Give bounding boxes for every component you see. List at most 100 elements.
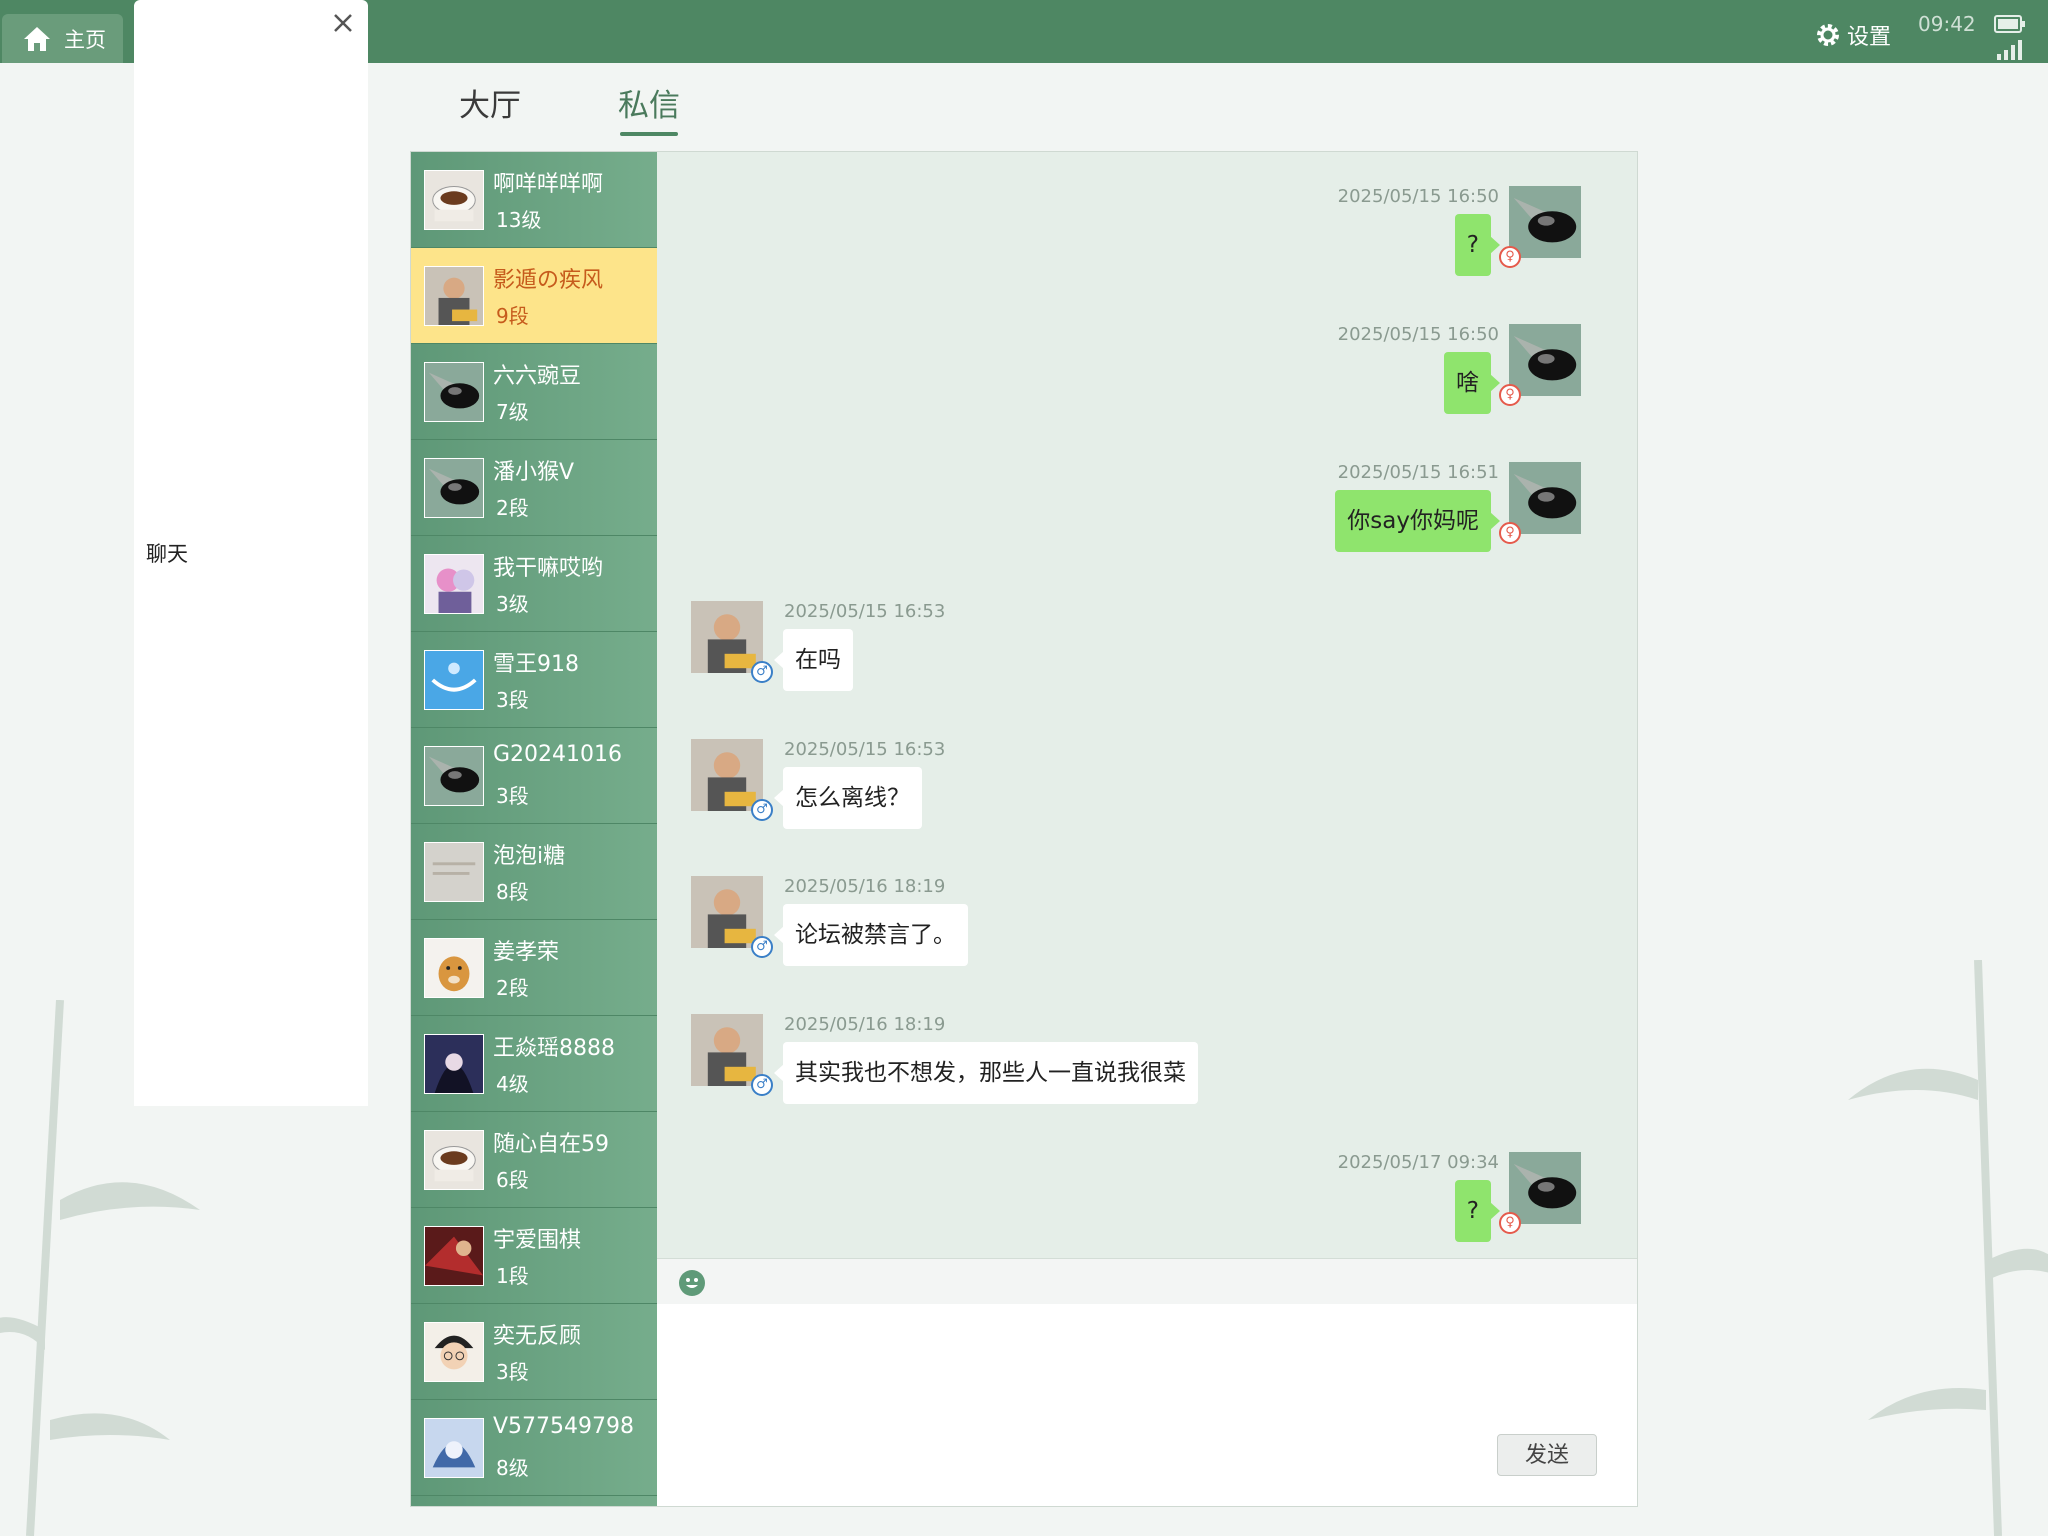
contact-item[interactable]: 奕无反顾 3段 xyxy=(411,1304,657,1400)
female-icon: ♀ xyxy=(1499,1212,1521,1234)
chat-panel: 啊咩咩咩啊 13级影遁の疾风 9段六六豌豆 7级潘小猴V 2段 我干嘛哎哟 3级雪王918 3… xyxy=(410,151,1638,1507)
close-icon[interactable] xyxy=(332,12,354,34)
contact-item[interactable]: 姜孝荣 2段 xyxy=(411,920,657,1016)
contact-rank: 8级 xyxy=(496,1456,529,1480)
message-time: 2025/05/16 18:19 xyxy=(784,1014,946,1035)
contact-item[interactable]: G20241016 3段 xyxy=(411,728,657,824)
female-icon: ♀ xyxy=(1499,384,1521,406)
tab-hall[interactable]: 大厅 xyxy=(459,80,521,125)
active-tab-indicator xyxy=(620,132,678,136)
avatar xyxy=(424,458,484,518)
tab-chat-label: 聊天 xyxy=(146,542,188,566)
contact-list[interactable]: 啊咩咩咩啊 13级影遁の疾风 9段六六豌豆 7级潘小猴V 2段 我干嘛哎哟 3级雪王918 3… xyxy=(411,152,657,1506)
tab-direct-messages[interactable]: 私信 xyxy=(618,80,680,136)
contact-rank: 1段 xyxy=(496,1264,529,1288)
message-bubble[interactable]: 啥 xyxy=(1444,352,1500,414)
message-bubble[interactable]: 其实我也不想发，那些人一直说我很菜 xyxy=(774,1042,1198,1104)
bamboo-decoration-right xyxy=(1848,960,2048,1536)
avatar xyxy=(424,554,484,614)
message-bubble[interactable]: ? xyxy=(1454,214,1501,276)
gear-icon xyxy=(1817,24,1839,46)
tab-chat[interactable]: 聊天 xyxy=(134,0,368,1106)
contact-item[interactable]: 六六豌豆 7级 xyxy=(411,344,657,440)
message-area[interactable]: ♀ 2025/05/15 16:50? ♀ 2025/05/15 16:50 啥 ♀ 202… xyxy=(657,152,1637,1258)
message-time: 2025/05/15 16:53 xyxy=(784,739,946,760)
contact-name: 影遁の疾风 xyxy=(493,268,604,293)
male-icon: ♂ xyxy=(751,936,773,958)
contact-name: 随心自在59 xyxy=(493,1132,609,1157)
smiley-icon[interactable] xyxy=(678,1269,706,1297)
contact-rank: 13级 xyxy=(496,208,542,232)
send-button[interactable]: 发送 xyxy=(1497,1434,1597,1476)
contact-rank: 9段 xyxy=(496,304,529,328)
contact-rank: 4级 xyxy=(496,1072,529,1096)
contact-name: 我干嘛哎哟 xyxy=(493,556,604,581)
contact-item[interactable]: 泡泡i糖 8段 xyxy=(411,824,657,920)
contact-rank: 6段 xyxy=(496,1168,529,1192)
avatar xyxy=(424,170,484,230)
contact-name: 宇爱围棋 xyxy=(493,1228,582,1253)
contact-rank: 8段 xyxy=(496,880,529,904)
contact-rank: 3段 xyxy=(496,1360,529,1384)
settings-button[interactable]: 设置 xyxy=(1814,19,1891,51)
settings-label: 设置 xyxy=(1847,25,1892,50)
tab-direct-messages-label: 私信 xyxy=(618,88,680,124)
contact-rank: 3段 xyxy=(496,688,529,712)
avatar xyxy=(424,1418,484,1478)
avatar xyxy=(424,1034,484,1094)
message-bubble[interactable]: ? xyxy=(1454,1180,1501,1242)
avatar xyxy=(424,746,484,806)
tab-home-label: 主页 xyxy=(64,27,106,52)
avatar[interactable] xyxy=(691,876,763,948)
avatar[interactable] xyxy=(691,1014,763,1086)
contact-item[interactable]: 影遁の疾风 9段 xyxy=(411,248,657,344)
contact-name: G20241016 xyxy=(493,742,623,767)
contact-rank: 2段 xyxy=(496,976,529,1000)
outgoing-message: ♀ 2025/05/15 16:51 你say你妈呢 xyxy=(657,462,1637,572)
incoming-message: ♂ 2025/05/15 16:53 在吗 xyxy=(657,601,1637,711)
contact-rank: 7级 xyxy=(496,400,529,424)
message-bubble[interactable]: 怎么离线？ xyxy=(774,767,922,829)
avatar xyxy=(424,362,484,422)
avatar xyxy=(424,650,484,710)
outgoing-message: ♀ 2025/05/15 16:50 啥 xyxy=(657,324,1637,434)
message-bubble[interactable]: 在吗 xyxy=(774,629,853,691)
tab-home[interactable]: 主页 xyxy=(2,14,123,63)
contact-item[interactable]: 啊咩咩咩啊 13级 xyxy=(411,152,657,248)
contact-item[interactable]: 我干嘛哎哟 3级 xyxy=(411,536,657,632)
contact-item[interactable]: 宇爱围棋 1段 xyxy=(411,1208,657,1304)
message-time: 2025/05/15 16:50 xyxy=(1337,186,1499,207)
avatar[interactable] xyxy=(1509,324,1581,396)
signal-icon xyxy=(1997,40,2022,60)
contact-name: 雪王918 xyxy=(493,652,579,677)
home-icon xyxy=(24,26,50,51)
contact-name: 六六豌豆 xyxy=(493,364,582,389)
avatar xyxy=(424,938,484,998)
contact-item[interactable]: 潘小猴V 2段 xyxy=(411,440,657,536)
contact-item[interactable]: 王焱瑶8888 4级 xyxy=(411,1016,657,1112)
incoming-message: ♂ 2025/05/16 18:19 其实我也不想发，那些人一直说我很菜 xyxy=(657,1014,1637,1124)
male-icon: ♂ xyxy=(751,1074,773,1096)
message-bubble[interactable]: 论坛被禁言了。 xyxy=(774,904,968,966)
avatar[interactable] xyxy=(1509,462,1581,534)
message-time: 2025/05/15 16:53 xyxy=(784,601,946,622)
avatar[interactable] xyxy=(1509,186,1581,258)
avatar xyxy=(424,266,484,326)
male-icon: ♂ xyxy=(751,799,773,821)
message-input[interactable]: 发送 xyxy=(657,1304,1637,1506)
contact-item[interactable]: V577549798 8级 xyxy=(411,1400,657,1496)
avatar[interactable] xyxy=(1509,1152,1581,1224)
female-icon: ♀ xyxy=(1499,522,1521,544)
message-time: 2025/05/17 09:34 xyxy=(1337,1152,1499,1173)
contact-name: V577549798 xyxy=(493,1414,635,1439)
incoming-message: ♂ 2025/05/15 16:53 怎么离线？ xyxy=(657,739,1637,849)
avatar[interactable] xyxy=(691,739,763,811)
top-bar: 主页 聊天 设置 09:42 xyxy=(0,0,2048,1106)
message-bubble[interactable]: 你say你妈呢 xyxy=(1335,490,1500,552)
contact-item[interactable]: 随心自在59 6段 xyxy=(411,1112,657,1208)
contact-item[interactable]: 雪王918 3段 xyxy=(411,632,657,728)
battery-icon xyxy=(1994,15,2025,33)
incoming-message: ♂ 2025/05/16 18:19 论坛被禁言了。 xyxy=(657,876,1637,986)
avatar[interactable] xyxy=(691,601,763,673)
message-time: 2025/05/15 16:50 xyxy=(1337,324,1499,345)
